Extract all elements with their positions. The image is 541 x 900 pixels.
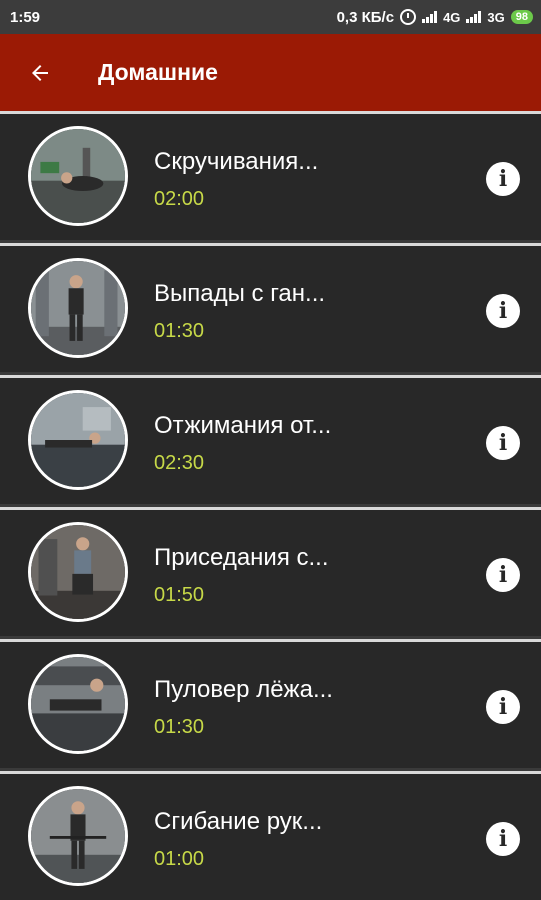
status-icons: 0,3 КБ/с 4G 3G 98	[337, 9, 533, 26]
exercise-row[interactable]: Выпады с ган... 01:30 i	[0, 243, 541, 372]
status-time: 1:59	[10, 8, 41, 26]
exercise-row[interactable]: Сгибание рук... 01:00 i	[0, 771, 541, 900]
info-icon[interactable]: i	[486, 426, 520, 460]
exercise-image	[31, 789, 125, 883]
exercise-row[interactable]: Приседания с... 01:50 i	[0, 507, 541, 636]
arrow-left-icon	[32, 64, 48, 81]
status-bar: 1:59 0,3 КБ/с 4G 3G 98	[0, 0, 541, 34]
exercise-name: Выпады с ган...	[154, 280, 326, 307]
back-button[interactable]	[20, 53, 60, 93]
info-icon[interactable]: i	[486, 822, 520, 856]
alarm-icon	[400, 9, 417, 25]
exercise-image	[31, 525, 125, 619]
info-icon[interactable]: i	[486, 294, 520, 328]
exercise-image	[31, 393, 125, 487]
exercise-name: Сгибание рук...	[154, 808, 323, 835]
exercise-image	[31, 129, 125, 223]
exercise-row[interactable]: Скручивания... 02:00 i	[0, 111, 541, 240]
signal-icon	[422, 11, 438, 23]
exercise-duration: 01:30	[154, 716, 205, 738]
info-icon[interactable]: i	[486, 690, 520, 724]
exercise-name: Отжимания от...	[154, 412, 332, 439]
exercise-row[interactable]: Отжимания от... 02:30 i	[0, 375, 541, 504]
exercise-thumbnail	[28, 390, 128, 490]
exercise-thumbnail	[28, 786, 128, 886]
network-type-1: 4G	[443, 9, 461, 25]
exercise-thumbnail	[28, 522, 128, 622]
exercise-thumbnail	[28, 654, 128, 754]
exercise-duration: 01:00	[154, 848, 205, 870]
exercise-image	[31, 657, 125, 751]
info-icon[interactable]: i	[486, 162, 520, 196]
network-speed: 0,3 КБ/с	[336, 8, 395, 26]
exercise-thumbnail	[28, 258, 128, 358]
exercise-name: Пуловер лёжа...	[154, 676, 333, 703]
exercise-row[interactable]: Пуловер лёжа... 01:30 i	[0, 639, 541, 768]
exercise-image	[31, 261, 125, 355]
info-icon[interactable]: i	[486, 558, 520, 592]
app-bar: Домашние	[0, 34, 541, 111]
network-type-2: 3G	[487, 9, 505, 25]
page-title: Домашние	[98, 59, 218, 85]
exercise-name: Приседания с...	[154, 544, 329, 571]
exercise-duration: 02:00	[154, 188, 205, 210]
signal-icon-2	[466, 11, 482, 23]
exercise-thumbnail	[28, 126, 128, 226]
exercise-duration: 02:30	[154, 452, 205, 474]
exercise-duration: 01:50	[154, 584, 205, 606]
battery-indicator: 98	[510, 10, 533, 24]
exercise-duration: 01:30	[154, 320, 205, 342]
exercise-name: Скручивания...	[154, 148, 319, 175]
